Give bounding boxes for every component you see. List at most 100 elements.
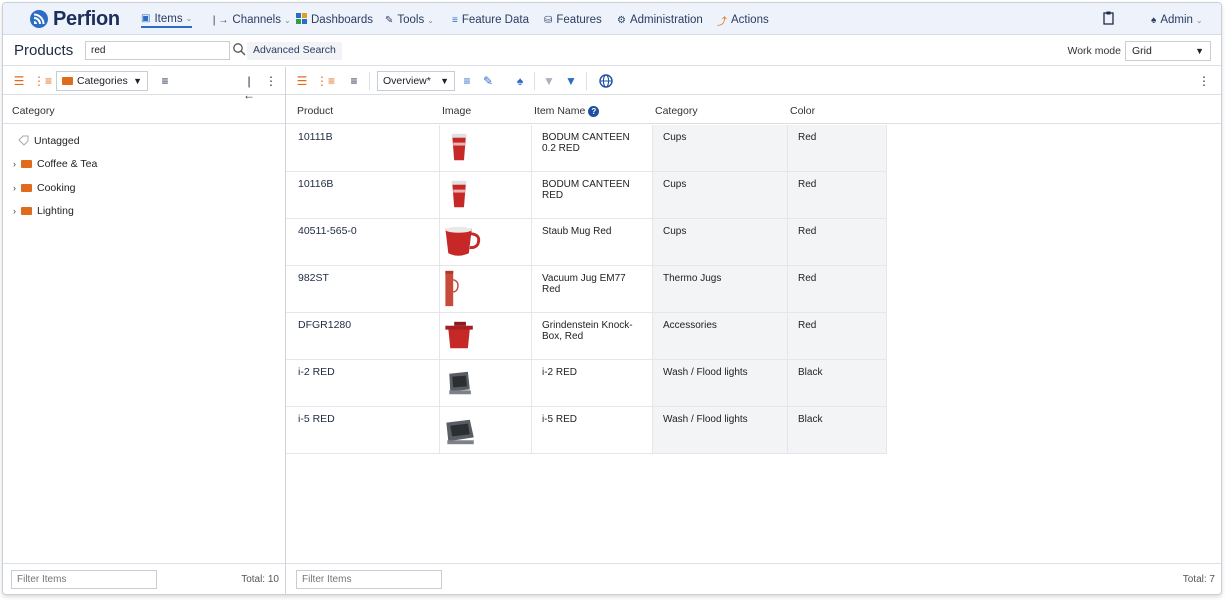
nav-channels-label: Channels	[232, 14, 281, 26]
items-total: Total: 7	[1182, 574, 1215, 585]
cell-product: 10116B	[286, 172, 440, 219]
search-bar: Products Advanced Search Work mode Grid …	[3, 36, 1221, 66]
more-options-icon[interactable]: ⋮	[264, 74, 278, 88]
expand-arrow-icon[interactable]: ›	[13, 206, 21, 216]
tag-icon	[18, 135, 29, 146]
view-dropdown[interactable]: Overview* ▼	[377, 71, 455, 91]
cell-category: Accessories	[653, 313, 788, 360]
lightning-icon: ⤴	[717, 16, 727, 28]
work-mode-label: Work mode	[1067, 45, 1122, 57]
categories-dropdown-label: Categories	[77, 75, 128, 87]
advanced-search-button[interactable]: Advanced Search	[247, 42, 342, 60]
cell-item-name: i-5 RED	[532, 407, 653, 454]
table-row[interactable]: 10116B BODUM CANTEEN RED Cups Red	[286, 172, 887, 219]
collapse-tree-icon[interactable]: ⋮≡	[33, 74, 52, 88]
category-total: Total: 10	[241, 574, 279, 585]
table-row[interactable]: DFGR1280 Grindenstein Knock-Box, Red Acc…	[286, 313, 887, 360]
clipboard-button[interactable]	[1103, 10, 1114, 26]
category-tree: Untagged › Coffee & Tea › Cooking › Ligh…	[3, 129, 285, 223]
toolbar-divider	[369, 72, 370, 90]
table-row[interactable]: 10111B BODUM CANTEEN 0.2 RED Cups Red	[286, 125, 887, 172]
filter-clear-icon[interactable]: ▼	[542, 74, 556, 88]
nav-items[interactable]: ▣ Items ⌄	[141, 12, 193, 28]
items-filter-input[interactable]	[296, 570, 442, 589]
list-view-icon[interactable]: ≡	[158, 74, 172, 88]
expand-arrow-icon[interactable]: ›	[13, 183, 21, 193]
tree-item-cooking[interactable]: › Cooking	[3, 176, 285, 200]
column-header-color[interactable]: Color	[790, 105, 815, 117]
column-settings-icon[interactable]: ≡	[347, 74, 361, 88]
user-label: Admin	[1160, 14, 1193, 26]
category-filter-input[interactable]	[11, 570, 157, 589]
nav-administration-label: Administration	[629, 14, 703, 26]
filter-active-icon[interactable]: ▼	[564, 74, 578, 88]
nav-administration[interactable]: ⚙ Administration	[617, 12, 703, 28]
cell-color: Red	[788, 266, 887, 313]
user-icon: ♠	[1151, 14, 1157, 26]
users-icon[interactable]: ♠	[513, 74, 527, 88]
cell-product: 40511-565-0	[286, 219, 440, 266]
collapse-tree-icon[interactable]: ⋮≡	[316, 74, 335, 88]
edit-view-icon[interactable]: ✎	[481, 74, 495, 88]
folder-icon	[62, 77, 73, 85]
search-icon[interactable]	[232, 42, 246, 56]
nav-features[interactable]: ⛁ Features	[544, 12, 602, 28]
perfion-logo[interactable]: Perfion	[29, 8, 120, 30]
column-header-image[interactable]: Image	[442, 105, 471, 117]
tree-item-label: Lighting	[37, 205, 74, 218]
more-options-icon[interactable]: ⋮	[1197, 74, 1211, 88]
table-row[interactable]: 40511-565-0 Staub Mug Red Cups Red	[286, 219, 887, 266]
cell-color: Red	[788, 172, 887, 219]
nav-tools[interactable]: ✎ Tools ⌄	[385, 12, 434, 28]
nav-dashboards[interactable]: Dashboards	[296, 12, 373, 28]
cell-item-name: Vacuum Jug EM77 Red	[532, 266, 653, 313]
expand-arrow-icon[interactable]: ›	[13, 159, 21, 169]
grid-header: Product Image Item Name ? Category Color	[286, 96, 1221, 124]
table-row[interactable]: i-5 RED i-5 RED Wash / Flood lights Blac…	[286, 407, 887, 454]
table-row[interactable]: 982ST Vacuum Jug EM77 Red Thermo Jugs Re…	[286, 266, 887, 313]
tree-item-label: Untagged	[34, 134, 80, 147]
nav-actions-label: Actions	[731, 14, 769, 26]
column-header-item-name[interactable]: Item Name ?	[534, 105, 600, 117]
chevron-down-icon: ⌄	[283, 15, 291, 25]
tree-item-coffee-tea[interactable]: › Coffee & Tea	[3, 153, 285, 177]
channel-icon: ❘→	[210, 14, 229, 26]
categories-dropdown[interactable]: Categories ▼	[56, 71, 148, 91]
app-name: Perfion	[53, 7, 120, 30]
category-toolbar: ☰ ⋮≡ Categories ▼ ≡ |← ⋮	[3, 67, 285, 102]
toolbar-divider	[586, 72, 587, 90]
product-image-vacuum-jug	[445, 270, 459, 307]
save-view-icon[interactable]: ≡	[460, 74, 474, 88]
search-input[interactable]	[85, 41, 230, 60]
cell-image	[440, 172, 532, 219]
nav-channels[interactable]: ❘→ Channels ⌄	[210, 12, 291, 28]
folder-icon	[21, 183, 32, 192]
grid-toolbar: ☰ ⋮≡ ≡ Overview* ▼ ≡ ✎ ♠ ▼ ▼ ⋮	[286, 67, 1221, 95]
globe-icon[interactable]	[599, 74, 613, 88]
page-title: Products	[14, 42, 74, 59]
user-menu[interactable]: ♠ Admin ⌄	[1151, 12, 1203, 28]
nav-items-label: Items	[154, 12, 183, 25]
tree-item-untagged[interactable]: Untagged	[3, 129, 285, 153]
column-header-category[interactable]: Category	[655, 105, 698, 117]
expand-tree-icon[interactable]: ☰	[12, 74, 26, 88]
caret-down-icon: ▼	[1195, 46, 1204, 56]
table-row[interactable]: i-2 RED i-2 RED Wash / Flood lights Blac…	[286, 360, 887, 407]
cell-product: 10111B	[286, 125, 440, 172]
cell-image	[440, 125, 532, 172]
nav-actions[interactable]: ⤴ Actions	[717, 12, 769, 28]
cell-product: i-2 RED	[286, 360, 440, 407]
column-header-item-name-label: Item Name	[534, 105, 586, 117]
category-column-header: Category	[3, 96, 285, 124]
cell-category: Cups	[653, 172, 788, 219]
nav-feature-data[interactable]: ≡ Feature Data	[452, 12, 529, 28]
tree-item-lighting[interactable]: › Lighting	[3, 200, 285, 224]
collapse-pane-icon[interactable]: |←	[242, 74, 256, 102]
cell-color: Red	[788, 219, 887, 266]
dashboard-icon	[296, 13, 307, 27]
cell-image	[440, 407, 532, 454]
info-icon[interactable]: ?	[588, 105, 600, 117]
expand-tree-icon[interactable]: ☰	[295, 74, 309, 88]
work-mode-select[interactable]: Grid ▼	[1125, 41, 1211, 61]
column-header-product[interactable]: Product	[297, 105, 333, 117]
